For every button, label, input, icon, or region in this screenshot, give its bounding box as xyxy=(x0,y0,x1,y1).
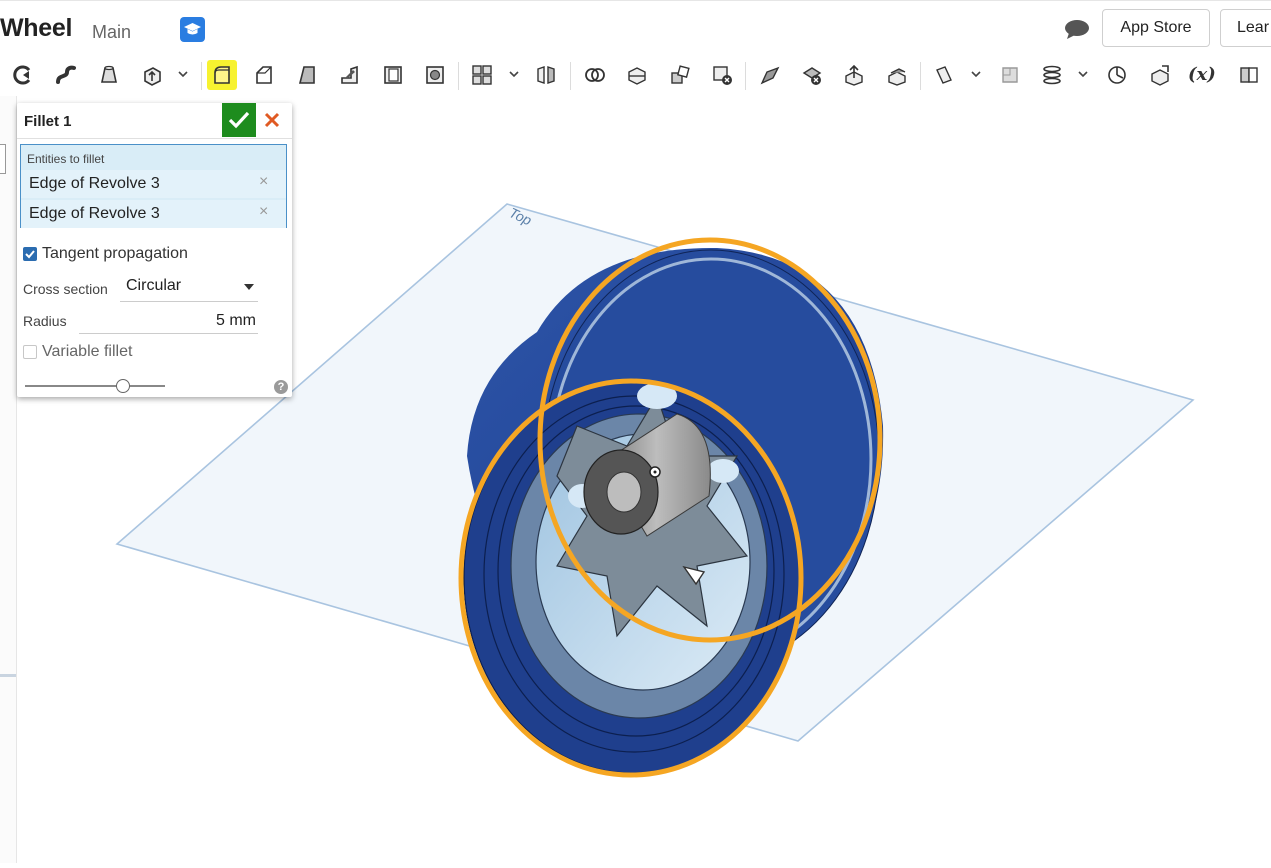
entities-selection-box[interactable]: Entities to fillet Edge of Revolve 3 × E… xyxy=(20,144,287,228)
variable-button[interactable]: (x) xyxy=(1188,64,1216,85)
feature-list-collapsed[interactable] xyxy=(0,96,17,863)
toolbar-divider xyxy=(458,62,459,90)
sidebar-divider xyxy=(0,674,16,677)
list-item[interactable]: Edge of Revolve 3 × xyxy=(21,200,286,228)
dialog-header: Fillet 1 xyxy=(17,103,292,139)
checkmark-icon xyxy=(228,111,250,129)
mirror-icon[interactable] xyxy=(531,60,561,90)
helix-icon[interactable] xyxy=(1037,60,1067,90)
comments-icon[interactable] xyxy=(1064,18,1090,45)
toolbar-divider xyxy=(201,62,202,90)
close-icon xyxy=(264,112,280,128)
radius-value: 5 mm xyxy=(216,312,256,329)
hub-bore xyxy=(606,471,642,513)
toolbar-divider xyxy=(920,62,921,90)
split-icon[interactable] xyxy=(622,60,652,90)
tangent-propagation-checkbox[interactable] xyxy=(23,247,37,261)
cancel-button[interactable] xyxy=(261,109,283,131)
cross-section-label: Cross section xyxy=(23,281,108,297)
help-icon[interactable]: ? xyxy=(274,380,288,394)
rollback-slider-track[interactable] xyxy=(25,385,165,387)
insert-part-icon[interactable] xyxy=(1145,60,1175,90)
variable-fillet-checkbox[interactable] xyxy=(23,345,37,359)
accept-button[interactable] xyxy=(222,103,256,137)
chamfer-icon[interactable] xyxy=(249,60,279,90)
plane-icon[interactable] xyxy=(929,60,959,90)
education-badge-icon[interactable] xyxy=(180,17,205,42)
feature-toolbar: (x) xyxy=(0,56,1271,96)
remove-entity-icon[interactable]: × xyxy=(259,203,268,221)
cross-section-select[interactable]: Circular xyxy=(120,273,258,302)
variable-fillet-label: Variable fillet xyxy=(42,343,133,360)
hole-icon[interactable] xyxy=(420,60,450,90)
pattern-icon[interactable] xyxy=(467,60,497,90)
tangent-propagation-label: Tangent propagation xyxy=(42,245,188,262)
fillet-icon[interactable] xyxy=(207,60,237,90)
fillet-dialog[interactable]: Fillet 1 Entities to fillet Edge of Revo… xyxy=(17,103,292,397)
revolve-icon[interactable] xyxy=(8,60,38,90)
transform-icon[interactable] xyxy=(665,60,695,90)
chevron-down-icon xyxy=(244,284,254,290)
radius-label: Radius xyxy=(23,313,67,329)
remove-entity-icon[interactable]: × xyxy=(259,173,268,191)
learning-center-button[interactable]: Lear xyxy=(1220,9,1271,47)
chevron-down-icon[interactable] xyxy=(177,68,189,80)
dialog-title[interactable]: Fillet 1 xyxy=(24,113,72,130)
entity-label: Edge of Revolve 3 xyxy=(29,205,160,222)
entities-label: Entities to fillet xyxy=(27,152,105,166)
entity-label: Edge of Revolve 3 xyxy=(29,175,160,192)
section-view-icon[interactable] xyxy=(1234,60,1264,90)
document-title[interactable]: Wheel xyxy=(0,14,72,43)
replace-face-icon[interactable] xyxy=(882,60,912,90)
list-item[interactable]: Edge of Revolve 3 × xyxy=(21,170,286,198)
chevron-down-icon[interactable] xyxy=(1077,68,1089,80)
lightening-hole xyxy=(707,459,739,483)
top-bar: Wheel Main App Store Lear xyxy=(0,0,1271,57)
shell-icon[interactable] xyxy=(378,60,408,90)
measure-icon[interactable] xyxy=(1102,60,1132,90)
feature-list-handle[interactable] xyxy=(0,144,6,174)
cross-section-value: Circular xyxy=(126,277,182,294)
chevron-down-icon[interactable] xyxy=(508,68,520,80)
chevron-down-icon[interactable] xyxy=(970,68,982,80)
delete-face-icon[interactable] xyxy=(797,60,827,90)
radius-input[interactable]: 5 mm xyxy=(79,309,258,334)
toolbar-divider xyxy=(745,62,746,90)
loft-icon[interactable] xyxy=(94,60,124,90)
draft-icon[interactable] xyxy=(292,60,322,90)
delete-part-icon[interactable] xyxy=(707,60,737,90)
boolean-icon[interactable] xyxy=(580,60,610,90)
rib-icon[interactable] xyxy=(335,60,365,90)
app-store-button[interactable]: App Store xyxy=(1102,9,1210,47)
checkmark-icon xyxy=(25,250,35,259)
mate-connector-icon[interactable] xyxy=(995,60,1025,90)
thicken-icon[interactable] xyxy=(137,60,167,90)
move-face-icon[interactable] xyxy=(839,60,869,90)
set-screw-center xyxy=(653,470,657,474)
rollback-slider-handle[interactable] xyxy=(116,379,130,393)
modify-fillet-icon[interactable] xyxy=(755,60,785,90)
toolbar-divider xyxy=(570,62,571,90)
sweep-icon[interactable] xyxy=(51,60,81,90)
branch-name[interactable]: Main xyxy=(92,22,131,43)
